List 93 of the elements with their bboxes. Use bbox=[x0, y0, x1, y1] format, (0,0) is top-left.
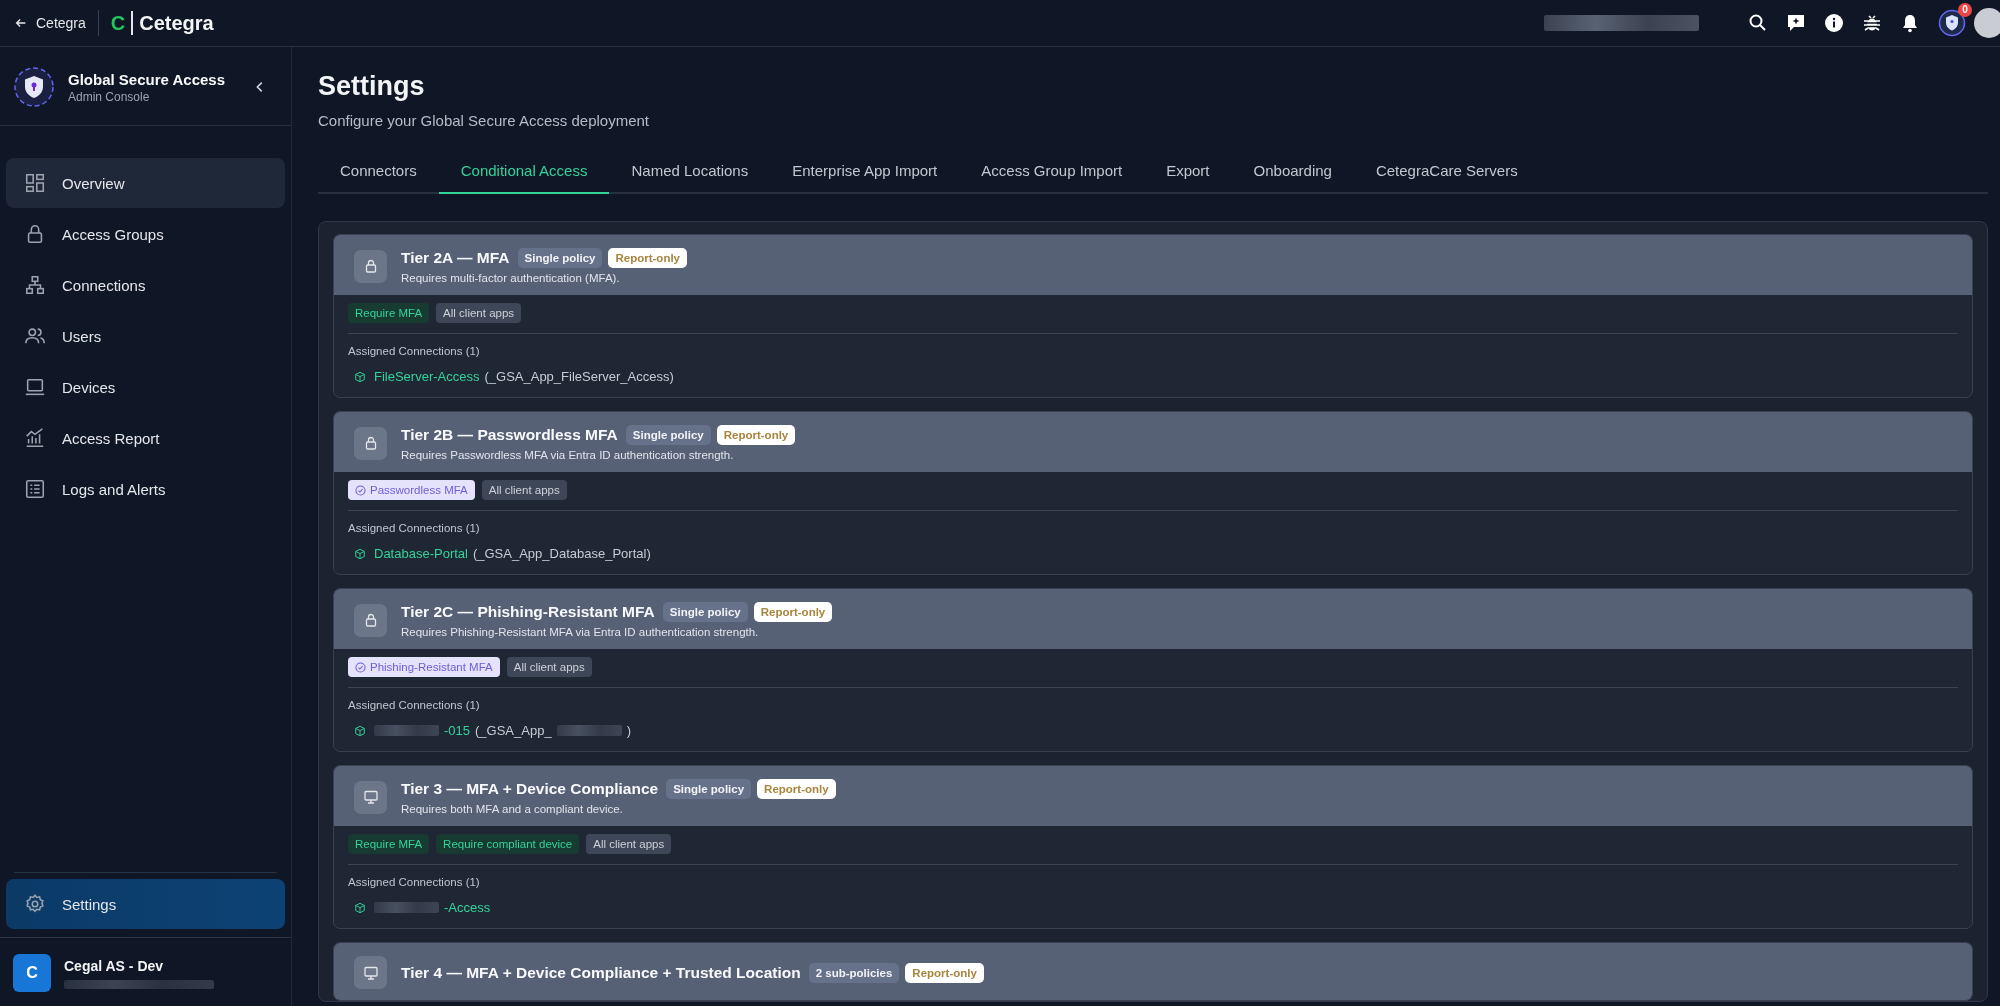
policy-description: Requires both MFA and a compliant device. bbox=[401, 803, 624, 815]
monitor-icon bbox=[354, 780, 387, 814]
nav-item[interactable]: Access Report bbox=[6, 413, 285, 463]
cube-icon bbox=[354, 901, 366, 914]
policy-description: Requires multi-factor authentication (MFA). bbox=[401, 272, 621, 284]
page-subtitle: Configure your Global Secure Access deployment bbox=[318, 112, 650, 129]
policy-title: Tier 4 — MFA + Device Compliance + Trusted Location bbox=[401, 963, 801, 982]
org-name: Cegal AS - Dev bbox=[64, 957, 165, 974]
grid-icon bbox=[24, 172, 46, 194]
connection-link[interactable]: -Access bbox=[444, 900, 491, 915]
condition-tag: Require compliant device bbox=[436, 834, 580, 854]
connection-link[interactable]: -015 bbox=[444, 723, 471, 738]
assigned-connections-label: Assigned Connections (1) bbox=[348, 522, 481, 534]
condition-tag: All client apps bbox=[481, 480, 567, 500]
bug-icon[interactable] bbox=[1862, 13, 1882, 33]
condition-tag: All client apps bbox=[436, 303, 522, 323]
policy-badge: Report-only bbox=[757, 779, 836, 799]
app-title: Global Secure Access bbox=[68, 70, 227, 88]
policy-badge: Single policy bbox=[666, 779, 752, 799]
redacted-block bbox=[374, 902, 439, 913]
policy-badge: Report-only bbox=[905, 962, 984, 983]
policy-badge: Report-only bbox=[608, 248, 687, 268]
policy-title: Tier 3 — MFA + Device Compliance bbox=[401, 780, 659, 798]
policy-badge: Report-only bbox=[753, 602, 833, 622]
policy-badge: Single policy bbox=[662, 602, 748, 622]
tab[interactable]: Onboarding bbox=[1231, 151, 1354, 194]
network-icon bbox=[24, 274, 46, 296]
org-avatar: C bbox=[13, 954, 51, 992]
chat-sparkle-icon[interactable] bbox=[1786, 13, 1806, 33]
connection-app-name: ) bbox=[626, 723, 631, 738]
list-icon bbox=[24, 478, 46, 500]
tab[interactable]: Enterprise App Import bbox=[770, 151, 960, 194]
assigned-connections-label: Assigned Connections (1) bbox=[348, 699, 481, 711]
lock-icon bbox=[354, 426, 387, 460]
shield-logo-icon bbox=[14, 67, 54, 107]
tab[interactable]: Connectors bbox=[318, 151, 439, 194]
policy-badge: Single policy bbox=[517, 248, 603, 268]
policy-title: Tier 2B — Passwordless MFA bbox=[401, 426, 618, 444]
condition-tag: Require MFA bbox=[348, 303, 430, 323]
user-avatar[interactable] bbox=[1974, 8, 2000, 38]
nav-item[interactable]: Overview bbox=[6, 158, 285, 208]
back-link[interactable]: Cetegra bbox=[14, 15, 86, 31]
condition-tag: Phishing-Resistant MFA bbox=[348, 657, 500, 677]
nav-item[interactable]: Access Groups bbox=[6, 209, 285, 259]
condition-tag: All client apps bbox=[586, 834, 672, 854]
check-circle-icon bbox=[355, 661, 366, 673]
cube-icon bbox=[354, 724, 366, 737]
policy-title: Tier 2A — MFA bbox=[401, 249, 510, 267]
tab[interactable]: CetegraCare Servers bbox=[1353, 151, 1540, 194]
cube-icon bbox=[354, 547, 366, 560]
app-subtitle: Admin Console bbox=[68, 89, 151, 104]
policy-title: Tier 2C — Phishing-Resistant MFA bbox=[401, 603, 655, 621]
tab[interactable]: Conditional Access bbox=[438, 151, 610, 194]
monitor-icon bbox=[354, 956, 387, 989]
logo: C Cetegra bbox=[110, 11, 214, 35]
assigned-connections-label: Assigned Connections (1) bbox=[348, 876, 481, 888]
redacted-block bbox=[556, 725, 622, 736]
condition-tag: All client apps bbox=[506, 657, 592, 677]
policy-description: Requires Phishing-Resistant MFA via Entra ID authentication strength. bbox=[401, 626, 760, 638]
bell-icon[interactable] bbox=[1900, 13, 1920, 33]
search-icon[interactable] bbox=[1748, 13, 1768, 33]
assigned-connections-label: Assigned Connections (1) bbox=[348, 345, 481, 357]
condition-tag: Require MFA bbox=[348, 834, 430, 854]
info-icon[interactable] bbox=[1824, 13, 1844, 33]
arrow-left-icon bbox=[14, 16, 28, 30]
policy-badge: Report-only bbox=[716, 425, 796, 445]
policy-description: Requires Passwordless MFA via Entra ID authentication strength. bbox=[401, 449, 735, 461]
chart-icon bbox=[24, 427, 46, 449]
laptop-icon bbox=[24, 376, 46, 398]
tab[interactable]: Named Locations bbox=[609, 151, 771, 194]
cube-icon bbox=[354, 370, 366, 383]
connection-app-name: (_GSA_App_FileServer_Access) bbox=[484, 369, 674, 384]
nav-item[interactable]: Devices bbox=[6, 362, 285, 412]
nav-item[interactable]: Settings bbox=[6, 879, 285, 929]
policy-badge: Single policy bbox=[625, 425, 711, 445]
condition-tag: Passwordless MFA bbox=[348, 480, 475, 500]
policy-badge: 2 sub-policies bbox=[808, 962, 900, 983]
lock-icon bbox=[354, 249, 387, 283]
nav-item[interactable]: Users bbox=[6, 311, 285, 361]
nav-item[interactable]: Connections bbox=[6, 260, 285, 310]
lock-icon bbox=[354, 603, 387, 637]
connection-link[interactable]: FileServer-Access bbox=[374, 369, 480, 384]
notification-badge: 0 bbox=[1958, 3, 1972, 17]
tab[interactable]: Access Group Import bbox=[959, 151, 1145, 194]
tab[interactable]: Export bbox=[1144, 151, 1232, 194]
check-circle-icon bbox=[355, 484, 366, 496]
page-title: Settings bbox=[318, 71, 426, 102]
connection-link[interactable]: Database-Portal bbox=[374, 546, 468, 561]
settings-icon bbox=[24, 893, 46, 915]
connection-app-name: (_GSA_App_ bbox=[475, 723, 552, 738]
nav-item[interactable]: Logs and Alerts bbox=[6, 464, 285, 514]
redacted-block bbox=[374, 725, 439, 736]
connection-app-name: (_GSA_App_Database_Portal) bbox=[472, 546, 651, 561]
